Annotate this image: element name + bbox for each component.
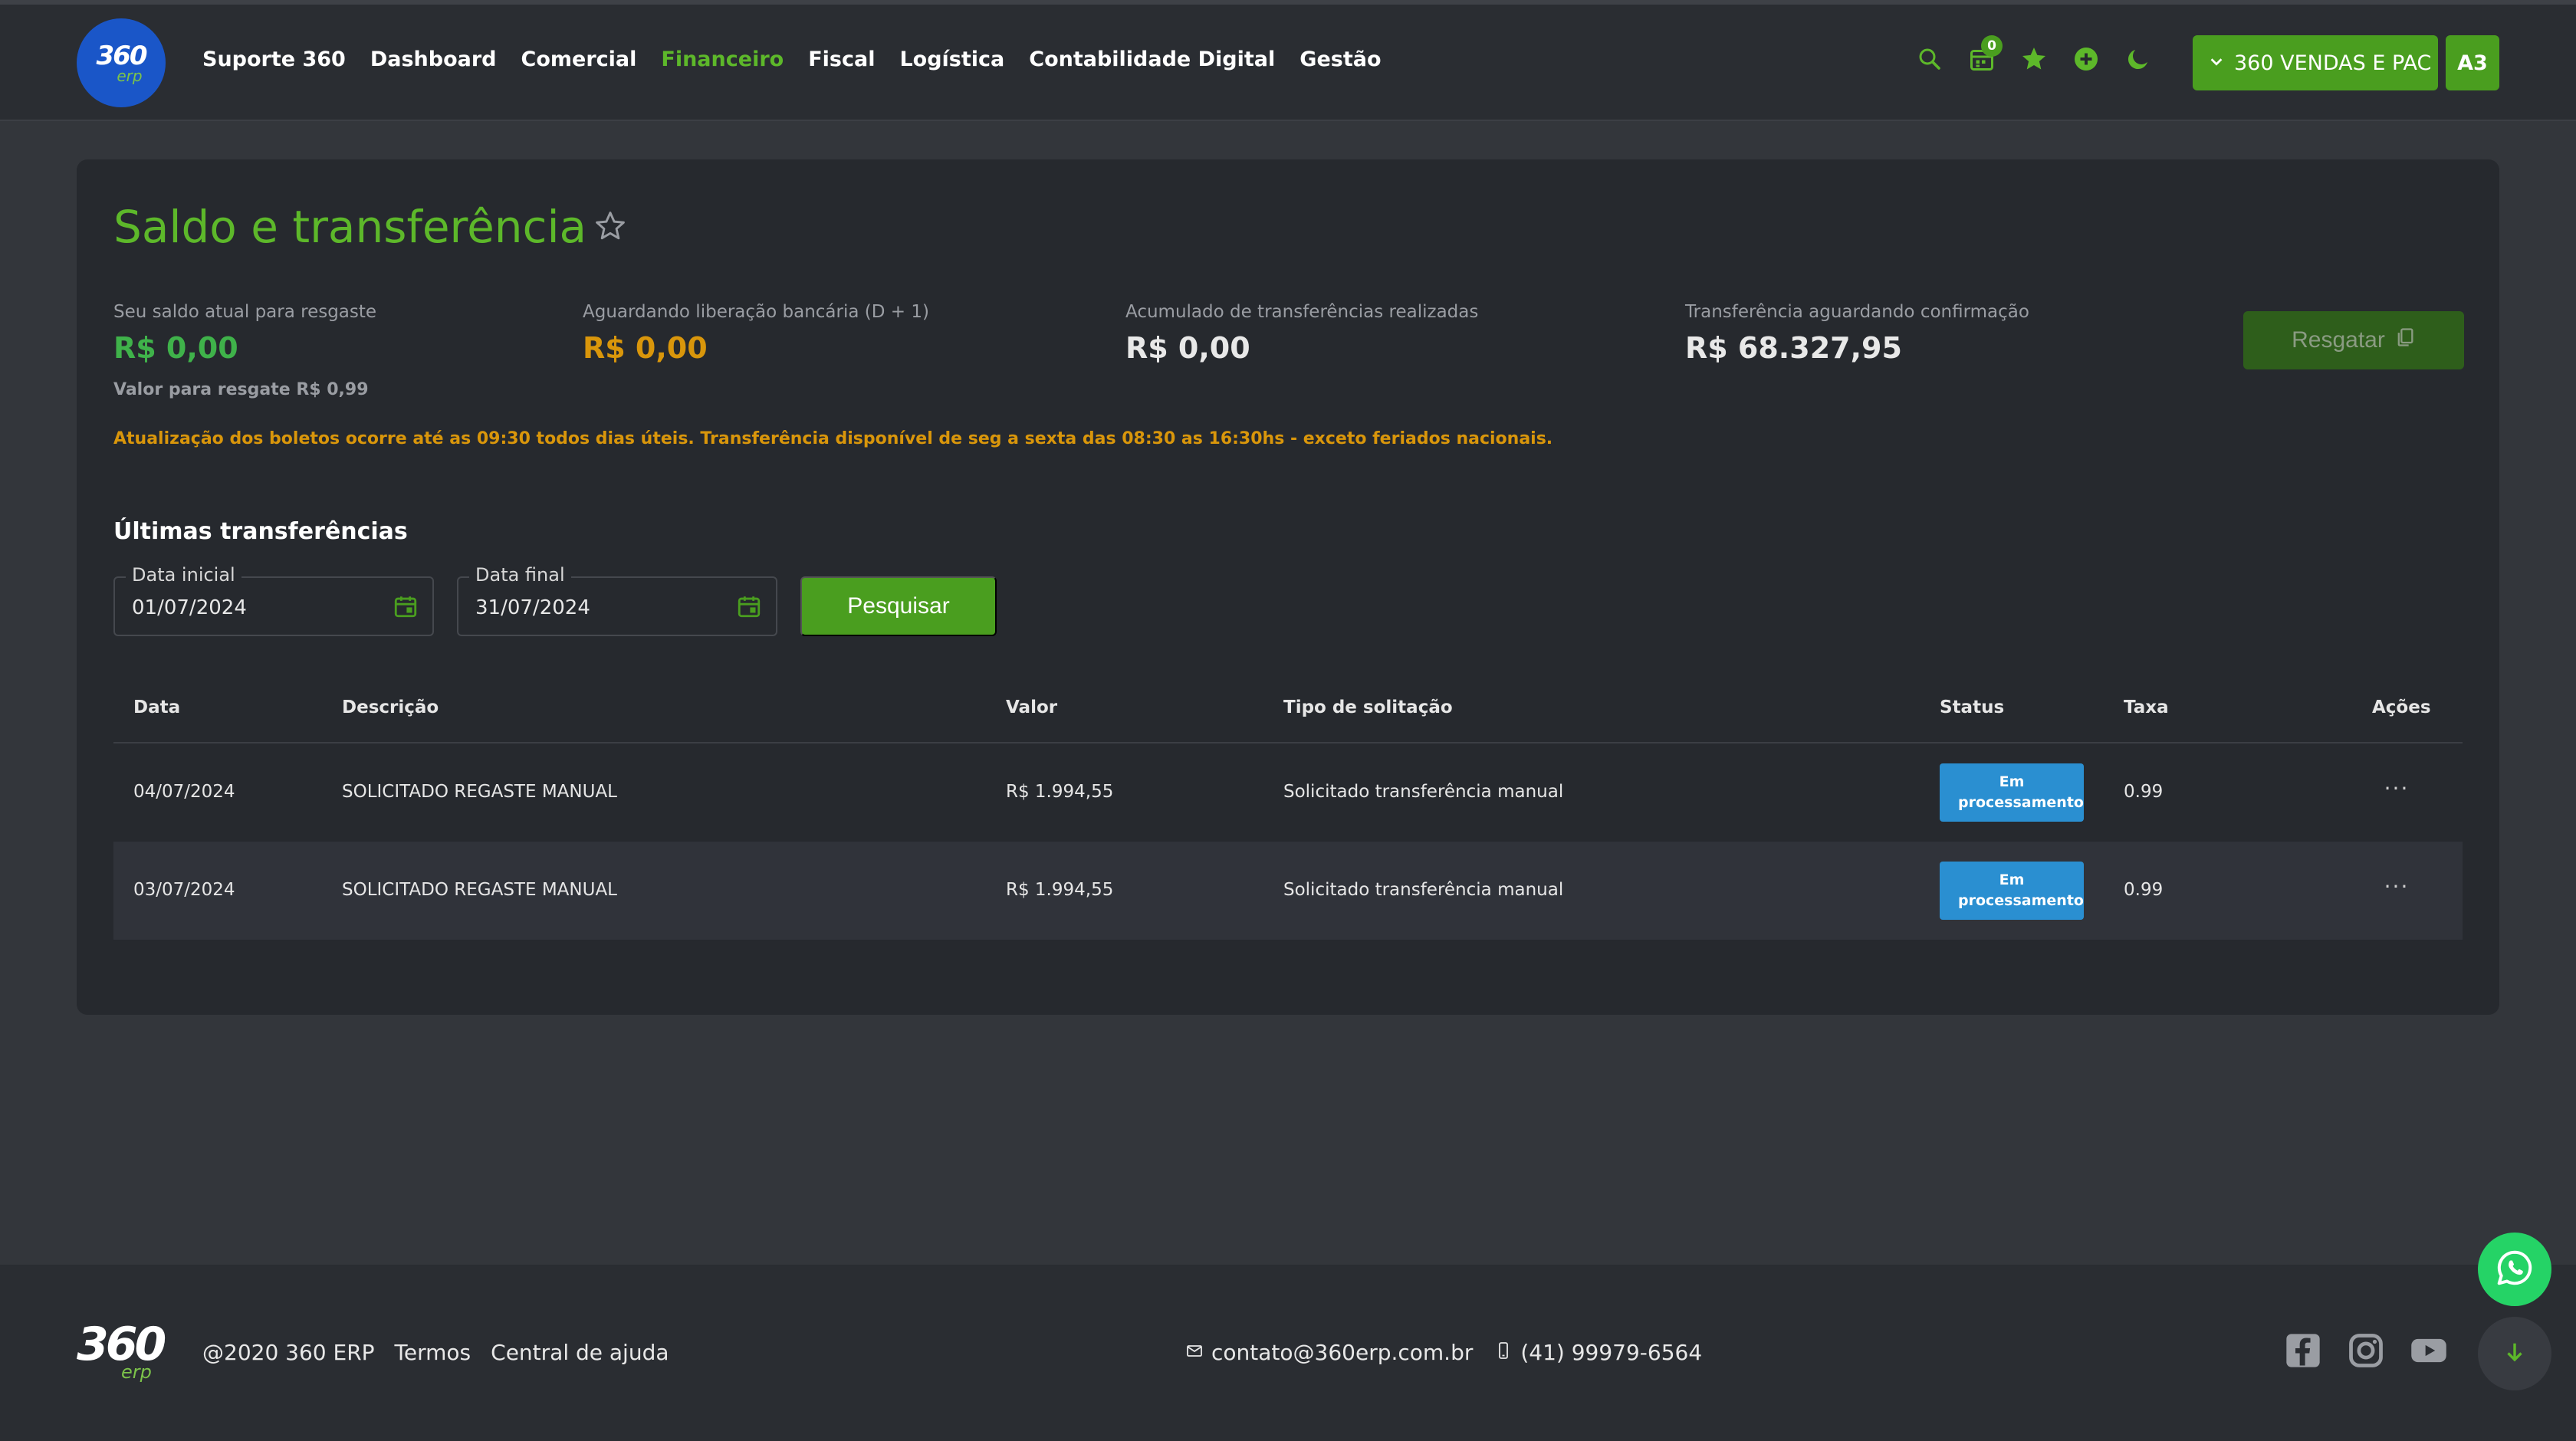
stat-value: R$ 0,00 (583, 331, 708, 365)
mail-icon (1185, 1340, 1204, 1365)
table-row[interactable]: 03/07/2024 SOLICITADO REGASTE MANUAL R$ … (113, 842, 2463, 940)
phone-icon (1494, 1340, 1513, 1365)
footer-social (2283, 1331, 2449, 1374)
end-date-label: Data final (469, 564, 571, 586)
footer-copyright: @2020 360 ERP (202, 1340, 375, 1365)
star-icon[interactable] (2019, 44, 2049, 74)
logo-number: 360 (96, 41, 148, 71)
col-header-value[interactable]: Valor (1006, 698, 1057, 717)
moon-icon[interactable] (2124, 44, 2153, 74)
redeem-button[interactable]: Resgatar (2243, 311, 2464, 369)
header-actions: 0 (1915, 35, 2153, 74)
nav-item-fiscal[interactable]: Fiscal (808, 48, 875, 71)
footer-phone[interactable]: (41) 99979-6564 (1494, 1340, 1702, 1365)
table-header: Data Descrição Valor Tipo de solitação S… (113, 679, 2463, 743)
stat-accumulated-transfers: Acumulado de transferências realizadas R… (1125, 302, 1478, 365)
stat-value: R$ 0,00 (113, 331, 238, 365)
status-badge: Em processamento (1940, 763, 2084, 822)
stat-value: R$ 0,00 (1125, 331, 1250, 365)
copy-icon (2394, 327, 2416, 354)
user-avatar[interactable]: A3 (2446, 35, 2499, 90)
col-header-request-type[interactable]: Tipo de solitação (1283, 698, 1453, 717)
footer-contact: contato@360erp.com.br (41) 99979-6564 (1185, 1340, 1702, 1365)
facebook-icon[interactable] (2283, 1331, 2323, 1374)
footer-links: @2020 360 ERP Termos Central de ajuda (202, 1340, 669, 1365)
redeem-amount-note: Valor para resgate R$ 0,99 (113, 380, 369, 399)
more-actions-icon[interactable]: ··· (2381, 874, 2412, 904)
cell-value: R$ 1.994,55 (1006, 880, 1114, 900)
cell-request-type: Solicitado transferência manual (1283, 782, 1564, 802)
cell-description: SOLICITADO REGASTE MANUAL (342, 782, 617, 802)
status-text: Em processamento (1958, 773, 2084, 811)
nav-item-comercial[interactable]: Comercial (521, 48, 637, 71)
main-nav: Suporte 360 Dashboard Comercial Financei… (202, 48, 1382, 71)
nav-item-financeiro[interactable]: Financeiro (661, 48, 784, 71)
footer-email[interactable]: contato@360erp.com.br (1185, 1340, 1473, 1365)
arrow-down-icon (2502, 1339, 2528, 1368)
footer-email-text: contato@360erp.com.br (1211, 1340, 1474, 1365)
col-header-status[interactable]: Status (1940, 698, 2004, 717)
page-title: Saldo e transferência (113, 201, 587, 253)
stat-label: Transferência aguardando confirmação (1685, 302, 2029, 322)
calendar-icon[interactable] (393, 593, 419, 619)
table-row[interactable]: 04/07/2024 SOLICITADO REGASTE MANUAL R$ … (113, 743, 2463, 842)
cell-fee: 0.99 (2124, 880, 2164, 900)
col-header-fee[interactable]: Taxa (2124, 698, 2169, 717)
calendar-badge: 0 (1981, 35, 2003, 57)
cell-description: SOLICITADO REGASTE MANUAL (342, 880, 617, 900)
stat-value: R$ 68.327,95 (1685, 331, 1902, 365)
whatsapp-icon (2494, 1247, 2535, 1292)
stat-awaiting-confirmation: Transferência aguardando confirmação R$ … (1685, 302, 2029, 365)
cell-request-type: Solicitado transferência manual (1283, 880, 1564, 900)
cell-date: 03/07/2024 (133, 880, 235, 900)
whatsapp-button[interactable] (2478, 1233, 2551, 1306)
col-header-date[interactable]: Data (133, 698, 180, 717)
footer-phone-text: (41) 99979-6564 (1520, 1340, 1703, 1365)
cell-value: R$ 1.994,55 (1006, 782, 1114, 802)
start-date-label: Data inicial (126, 564, 242, 586)
footer-terms-link[interactable]: Termos (395, 1340, 472, 1365)
nav-item-contabilidade-digital[interactable]: Contabilidade Digital (1029, 48, 1275, 71)
app-logo[interactable]: 360 erp (77, 18, 166, 107)
stat-current-balance: Seu saldo atual para resgaste R$ 0,00 (113, 302, 376, 365)
end-date-field[interactable]: Data final 31/07/2024 (457, 564, 777, 636)
search-icon[interactable] (1915, 44, 1944, 74)
status-badge: Em processamento (1940, 862, 2084, 920)
footer-logo-suffix: erp (121, 1361, 152, 1383)
start-date-value[interactable]: 01/07/2024 (132, 596, 247, 619)
company-selector[interactable]: 360 VENDAS E PAC (2193, 35, 2438, 90)
logo-suffix: erp (117, 67, 143, 85)
instagram-icon[interactable] (2346, 1331, 2386, 1374)
add-circle-icon[interactable] (2072, 44, 2101, 74)
calendar-icon[interactable] (736, 593, 762, 619)
start-date-field[interactable]: Data inicial 01/07/2024 (113, 564, 434, 636)
end-date-value[interactable]: 31/07/2024 (475, 596, 590, 619)
footer-logo: 360 erp (77, 1321, 167, 1383)
stat-label: Seu saldo atual para resgaste (113, 302, 377, 322)
chevron-down-icon (2208, 51, 2225, 75)
col-header-description[interactable]: Descrição (342, 698, 439, 717)
stat-label: Aguardando liberação bancária (D + 1) (583, 302, 929, 322)
company-label: 360 VENDAS E PAC (2234, 51, 2432, 75)
more-actions-icon[interactable]: ··· (2381, 776, 2412, 806)
col-header-actions: Ações (2372, 698, 2431, 717)
nav-item-gestao[interactable]: Gestão (1300, 48, 1381, 71)
scroll-down-button[interactable] (2478, 1317, 2551, 1390)
status-text: Em processamento (1958, 871, 2084, 909)
footer-help-link[interactable]: Central de ajuda (491, 1340, 669, 1365)
search-button[interactable]: Pesquisar (800, 576, 997, 636)
nav-item-dashboard[interactable]: Dashboard (370, 48, 497, 71)
stat-label: Acumulado de transferências realizadas (1125, 302, 1479, 322)
cell-fee: 0.99 (2124, 782, 2164, 802)
calendar-icon[interactable]: 0 (1967, 35, 2003, 74)
stat-pending-release: Aguardando liberação bancária (D + 1) R$… (583, 302, 929, 365)
youtube-icon[interactable] (2409, 1331, 2449, 1374)
nav-item-suporte-360[interactable]: Suporte 360 (202, 48, 346, 71)
redeem-button-label: Resgatar (2292, 327, 2385, 353)
nav-item-logistica[interactable]: Logística (899, 48, 1004, 71)
schedule-warning: Atualização dos boletos ocorre até as 09… (113, 429, 1553, 448)
cell-date: 04/07/2024 (133, 782, 235, 802)
favorite-star-icon[interactable] (593, 209, 627, 243)
section-title: Últimas transferências (113, 518, 408, 545)
